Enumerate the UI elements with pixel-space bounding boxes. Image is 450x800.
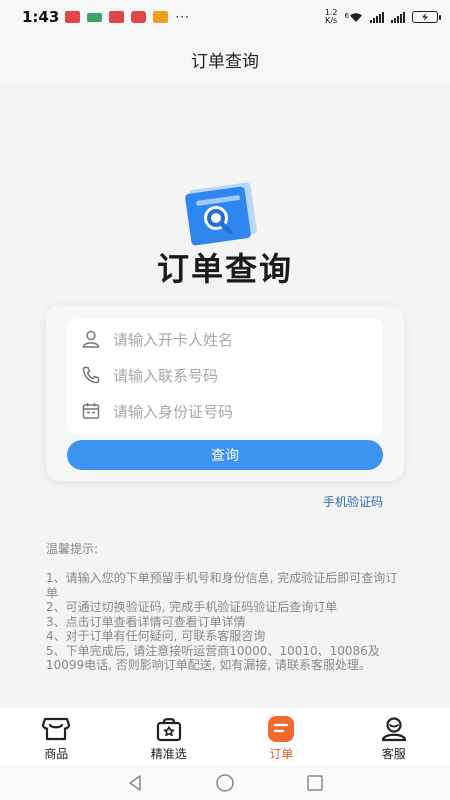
form-fields: 请输入开卡人姓名 请输入联系号码 请输入身份证号码 [67, 319, 383, 435]
tab-label: 精准选 [150, 747, 187, 761]
store-icon [42, 717, 71, 741]
id-field[interactable]: 请输入身份证号码 [67, 393, 383, 429]
user-icon [81, 329, 101, 349]
battery-charging-icon [412, 11, 441, 23]
page-header: 订单查询 [0, 34, 450, 84]
signal-icon [370, 11, 384, 23]
network-speed: 1.2 K/s [324, 8, 338, 25]
status-bar: 1:43 ··· 1.2 K/s 6 [0, 0, 450, 34]
customer-service-icon [381, 717, 406, 742]
notification-icon [131, 11, 147, 23]
recents-icon[interactable] [306, 774, 324, 792]
tip-item: 5、下单完成后, 请注意接听运营商10000、10010、10086及10099… [46, 643, 380, 673]
tip-item: 1、请输入您的下单预留手机号和身份信息, 完成验证后即可查询订单 [46, 571, 398, 600]
tip-item: 3、点击订单查看详情可查看订单详情 [46, 614, 246, 629]
name-field[interactable]: 请输入开卡人姓名 [67, 321, 383, 357]
tab-customer-service[interactable]: 客服 [338, 708, 450, 766]
more-notifications: ··· [175, 10, 190, 24]
wifi-icon: 6 [345, 12, 363, 23]
tab-products[interactable]: 商品 [0, 708, 113, 766]
calendar-icon [81, 401, 101, 421]
phone-placeholder: 请输入联系号码 [113, 366, 219, 385]
hero-title: 订单查询 [156, 250, 293, 288]
query-button[interactable]: 查询 [67, 440, 383, 470]
bottom-tab-bar: 商品 精准选 订单 客服 [0, 708, 450, 766]
system-nav-bar [0, 766, 450, 800]
name-placeholder: 请输入开卡人姓名 [113, 330, 234, 349]
home-icon[interactable] [215, 773, 235, 793]
document-search-icon [178, 180, 268, 250]
tip-item: 4、对于订单有任何疑问, 可联系客服咨询 [46, 629, 266, 643]
tips-title: 温馨提示: [46, 542, 99, 556]
tab-label: 客服 [381, 747, 406, 761]
notification-icon [153, 11, 169, 23]
tab-label: 订单 [269, 747, 294, 761]
signal-icon [391, 11, 405, 23]
notification-icon [87, 12, 103, 22]
tips-list: 1、请输入您的下单预留手机号和身份信息, 完成验证后即可查询订单 2、可通过切换… [46, 571, 406, 673]
query-form-card: 请输入开卡人姓名 请输入联系号码 请输入身份证号码 查询 [46, 305, 404, 481]
tab-orders[interactable]: 订单 [225, 708, 338, 766]
phone-icon [81, 365, 101, 385]
status-time: 1:43 [22, 8, 60, 26]
phone-field[interactable]: 请输入联系号码 [67, 357, 383, 393]
tip-item: 2、可通过切换验证码, 完成手机验证码验证后查询订单 [46, 600, 338, 614]
tab-curated[interactable]: 精准选 [113, 708, 226, 766]
back-icon[interactable] [126, 774, 144, 792]
bag-star-icon [156, 718, 181, 742]
page-title: 订单查询 [191, 51, 259, 72]
order-icon [268, 716, 295, 742]
notification-icon [65, 11, 81, 23]
id-placeholder: 请输入身份证号码 [113, 402, 234, 421]
tab-label: 商品 [44, 747, 69, 761]
notification-icon [109, 11, 125, 23]
sms-verification-link[interactable]: 手机验证码 [323, 493, 383, 510]
